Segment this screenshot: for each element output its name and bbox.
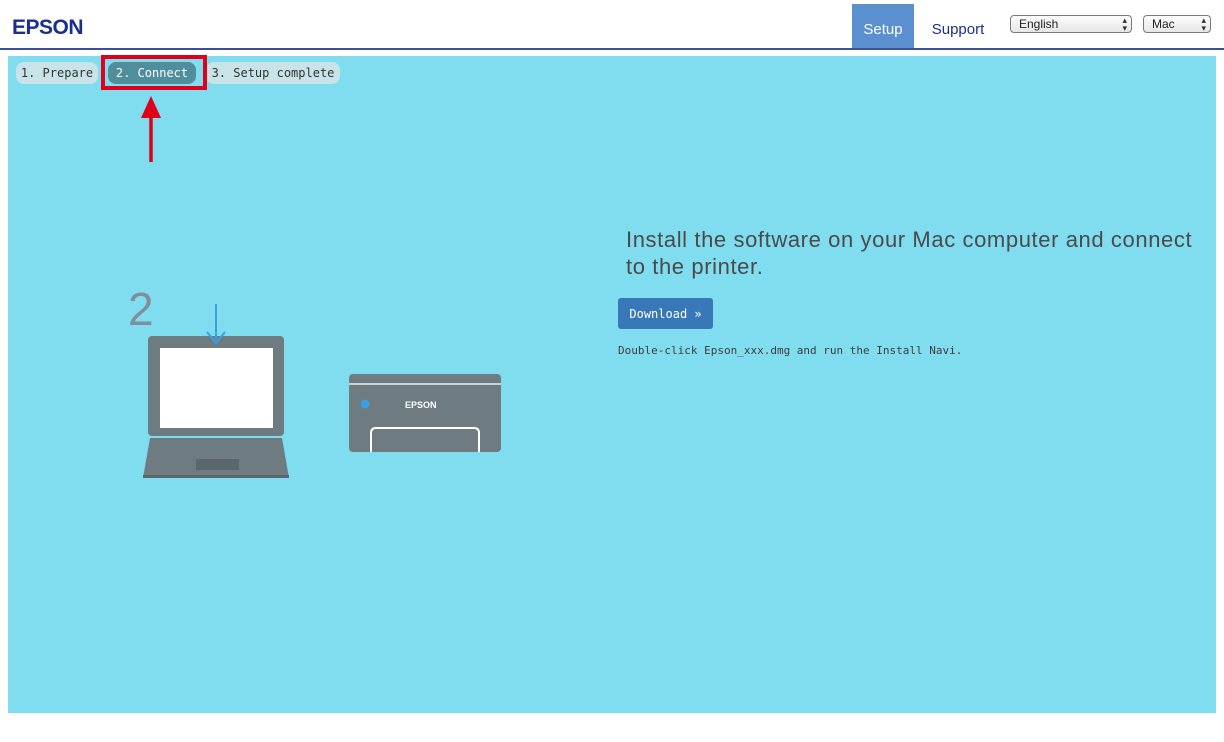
instruction-headline: Install the software on your Mac compute… <box>626 227 1193 279</box>
download-button[interactable]: Download » <box>618 298 713 329</box>
step-number: 2 <box>128 283 154 335</box>
laptop-icon <box>143 336 289 478</box>
printer-brand-label: EPSON <box>405 400 437 410</box>
printer-power-light <box>360 399 370 409</box>
install-hint-text: Double-click Epson_xxx.dmg and run the I… <box>618 344 963 357</box>
printer-icon: EPSON <box>349 374 501 452</box>
connect-illustration: 2 EPSON <box>128 283 501 478</box>
